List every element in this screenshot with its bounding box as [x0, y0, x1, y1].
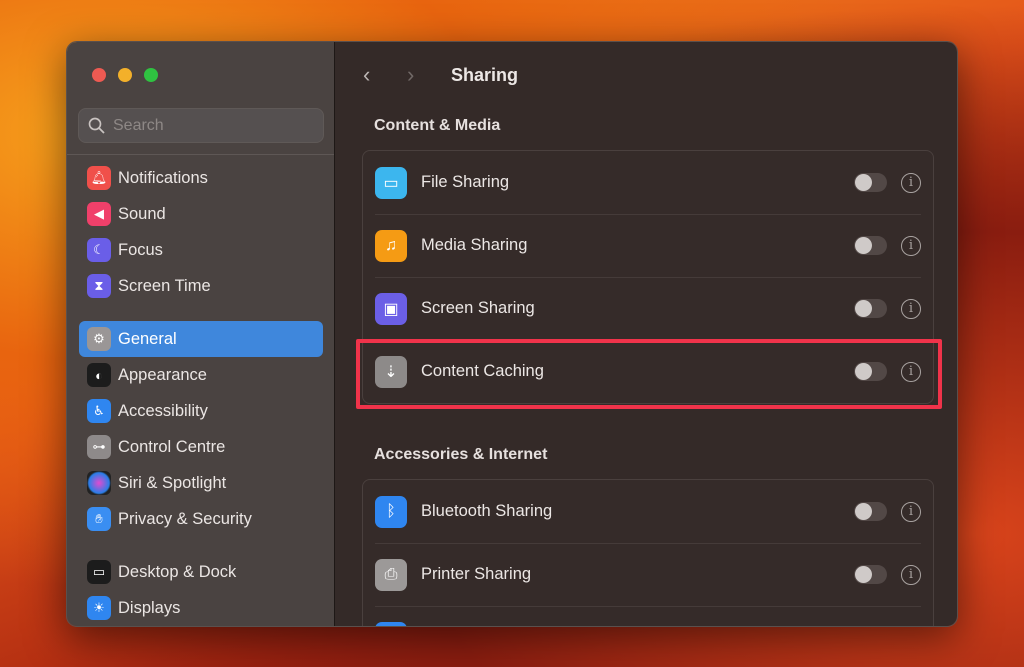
search-input[interactable]: Search	[78, 108, 324, 143]
sidebar-item-control-centre[interactable]: ⊶ Control Centre	[79, 429, 323, 465]
info-icon[interactable]: i	[901, 361, 921, 382]
info-icon[interactable]: i	[901, 501, 921, 522]
row-label: Screen Sharing	[421, 299, 535, 317]
gear-icon: ⚙	[87, 327, 111, 351]
row-label: File Sharing	[421, 173, 510, 191]
app-icon	[375, 621, 407, 626]
sidebar-item-label: Control Centre	[118, 437, 226, 456]
toolbar: ‹ › Sharing	[363, 62, 518, 88]
content-caching-row: ⇣ Content Caching i	[363, 340, 933, 403]
screen-sharing-toggle[interactable]	[854, 299, 887, 318]
info-icon[interactable]: i	[901, 172, 921, 193]
sidebar-item-displays[interactable]: ☀ Displays	[79, 590, 323, 626]
row-label: Media Sharing	[421, 236, 528, 254]
info-icon[interactable]: i	[901, 564, 921, 585]
sidebar-item-privacy-security[interactable]: ✋︎ Privacy & Security	[79, 501, 323, 537]
hand-icon: ✋︎	[87, 507, 111, 531]
sidebar-item-label: Screen Time	[118, 276, 211, 295]
sidebar-item-sound[interactable]: ◀ Sound	[79, 196, 323, 232]
window-controls	[92, 68, 158, 82]
media-sharing-row: ♫ Media Sharing i	[363, 214, 933, 277]
page-title: Sharing	[451, 64, 519, 85]
info-icon[interactable]: i	[901, 235, 921, 256]
content-pane: ‹ › Sharing Content & Media ▭ File Sharin…	[335, 42, 957, 626]
sidebar-item-accessibility[interactable]: ♿︎ Accessibility	[79, 393, 323, 429]
screen-share-icon: ▣	[375, 292, 407, 325]
sidebar-item-label: Appearance	[118, 365, 207, 384]
sidebar-item-appearance[interactable]: ◐ Appearance	[79, 357, 323, 393]
sidebar-item-label: Displays	[118, 598, 181, 617]
bluetooth-sharing-row: ᛒ Bluetooth Sharing i	[363, 480, 933, 543]
search-icon	[88, 117, 105, 134]
divider	[67, 154, 334, 155]
accessories-internet-group: ᛒ Bluetooth Sharing i ⎙ Printer Sharing i	[362, 479, 934, 626]
sidebar-nav: 🔔︎ Notifications ◀ Sound ☾ Focus ⧗ Screen Ti…	[79, 160, 323, 626]
sidebar-item-notifications[interactable]: 🔔︎ Notifications	[79, 160, 323, 196]
sidebar-item-general[interactable]: ⚙ General	[79, 321, 323, 357]
folder-icon: ▭	[375, 166, 407, 199]
screen-sharing-row: ▣ Screen Sharing i	[363, 277, 933, 340]
sidebar-item-screen-time[interactable]: ⧗ Screen Time	[79, 268, 323, 304]
row-label: Content Caching	[421, 362, 544, 380]
printer-icon: ⎙	[375, 558, 407, 591]
sidebar-item-label: Sound	[118, 204, 166, 223]
sidebar-item-focus[interactable]: ☾ Focus	[79, 232, 323, 268]
sidebar-item-siri-spotlight[interactable]: Siri & Spotlight	[79, 465, 323, 501]
info-icon[interactable]: i	[901, 298, 921, 319]
content-caching-toggle[interactable]	[854, 362, 887, 381]
accessibility-icon: ♿︎	[87, 399, 111, 423]
sidebar-item-desktop-dock[interactable]: ▭ Desktop & Dock	[79, 554, 323, 590]
moon-icon: ☾	[87, 238, 111, 262]
sun-icon: ☀	[87, 596, 111, 620]
sidebar-item-label: General	[118, 329, 177, 348]
printer-sharing-row: ⎙ Printer Sharing i	[363, 543, 933, 606]
hourglass-icon: ⧗	[87, 274, 111, 298]
sidebar-item-label: Privacy & Security	[118, 509, 252, 528]
partial-row	[363, 606, 933, 626]
sidebar-item-label: Focus	[118, 240, 163, 259]
download-icon: ⇣	[375, 355, 407, 388]
row-label: Bluetooth Sharing	[421, 502, 553, 520]
sidebar-item-label: Siri & Spotlight	[118, 473, 227, 492]
forward-button[interactable]: ›	[407, 62, 451, 88]
dock-icon: ▭	[87, 560, 111, 584]
appearance-icon: ◐	[87, 363, 111, 387]
system-settings-window: Search 🔔︎ Notifications ◀ Sound ☾ Focus ⧗ Sc…	[66, 41, 958, 627]
media-sharing-toggle[interactable]	[854, 236, 887, 255]
zoom-button[interactable]	[144, 68, 158, 82]
content-media-group: ▭ File Sharing i ♫ Media Sharing i ▣ Screen S…	[362, 150, 934, 404]
sidebar-item-label: Accessibility	[118, 401, 208, 420]
search-placeholder: Search	[113, 116, 164, 134]
sidebar-item-label: Desktop & Dock	[118, 562, 237, 581]
back-button[interactable]: ‹	[363, 62, 407, 88]
minimize-button[interactable]	[118, 68, 132, 82]
close-button[interactable]	[92, 68, 106, 82]
file-sharing-toggle[interactable]	[854, 173, 887, 192]
row-label: Printer Sharing	[421, 565, 532, 583]
section-title: Accessories & Internet	[374, 446, 548, 463]
bluetooth-icon: ᛒ	[375, 495, 407, 528]
speaker-icon: ◀	[87, 202, 111, 226]
music-icon: ♫	[375, 229, 407, 262]
siri-icon	[87, 471, 111, 495]
bell-icon: 🔔︎	[87, 166, 111, 190]
sidebar-item-label: Notifications	[118, 168, 208, 187]
sidebar: Search 🔔︎ Notifications ◀ Sound ☾ Focus ⧗ Sc…	[67, 42, 335, 626]
section-title: Content & Media	[374, 117, 501, 134]
bluetooth-sharing-toggle[interactable]	[854, 502, 887, 521]
file-sharing-row: ▭ File Sharing i	[363, 151, 933, 214]
printer-sharing-toggle[interactable]	[854, 565, 887, 584]
toggles-icon: ⊶	[87, 435, 111, 459]
